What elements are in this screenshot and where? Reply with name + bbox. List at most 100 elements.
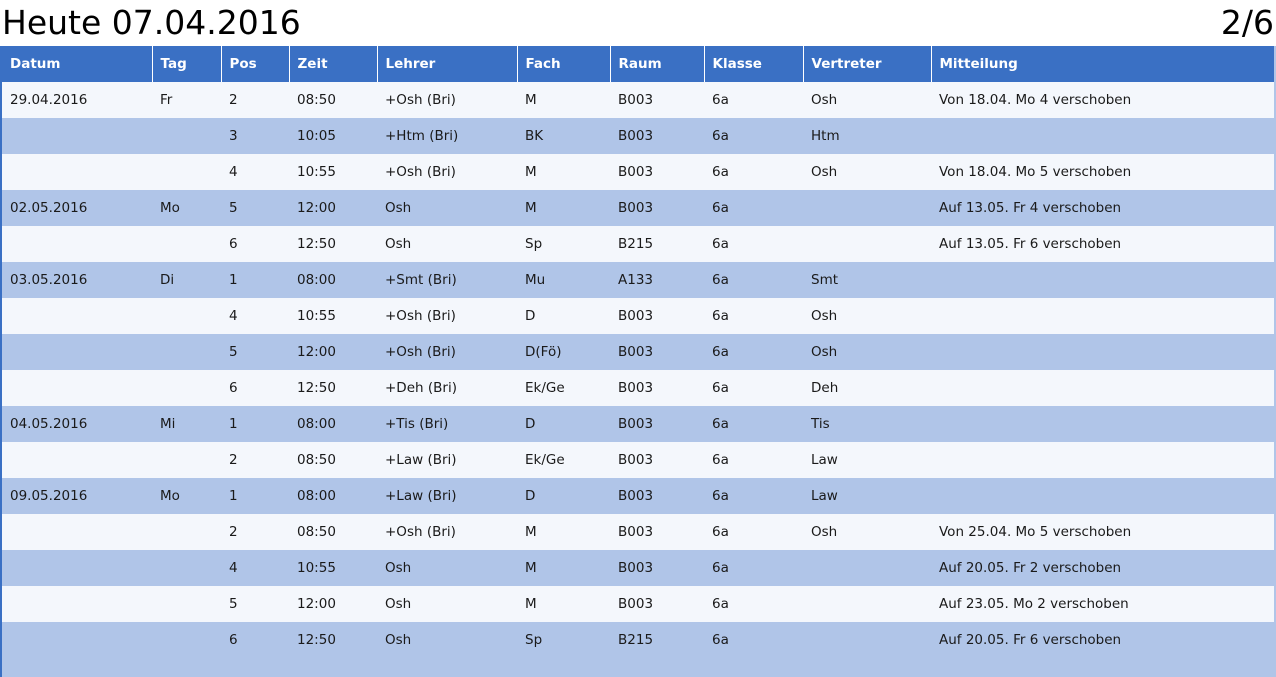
table-row: 2 08:50 +Law (Bri) Ek/Ge B003 6a Law	[2, 442, 1274, 478]
column-header-lehrer: Lehrer	[377, 46, 518, 82]
cell-mitteilung: Auf 23.05. Mo 2 verschoben	[939, 596, 1129, 612]
cell-tag	[152, 622, 221, 658]
cell-mitteilung: Auf 20.05. Fr 6 verschoben	[939, 632, 1122, 648]
cell-tag	[152, 154, 221, 190]
cell-vertreter: Osh	[811, 164, 838, 180]
cell-fach: D	[525, 416, 536, 432]
cell-vertreter: Tis	[811, 416, 830, 432]
cell-raum: B003	[618, 200, 654, 216]
cell-mitteilung	[931, 262, 1274, 298]
cell-datum	[2, 298, 152, 334]
cell-datum	[2, 514, 152, 550]
cell-pos: 6	[229, 632, 238, 648]
cell-klasse: 6a	[712, 272, 729, 288]
cell-pos: 1	[229, 416, 238, 432]
cell-klasse: 6a	[712, 308, 729, 324]
cell-mitteilung: Auf 20.05. Fr 2 verschoben	[939, 560, 1122, 576]
cell-raum: B003	[618, 416, 654, 432]
cell-mitteilung	[931, 406, 1274, 442]
cell-vertreter	[803, 190, 931, 226]
cell-tag: Mi	[160, 416, 176, 432]
substitution-table-container: Datum Tag Pos Zeit Lehrer Fach Raum Klas…	[0, 46, 1276, 677]
cell-zeit: 10:55	[297, 308, 336, 324]
cell-pos: 2	[229, 524, 238, 540]
cell-klasse: 6a	[712, 524, 729, 540]
cell-klasse: 6a	[712, 380, 729, 396]
substitution-table: Datum Tag Pos Zeit Lehrer Fach Raum Klas…	[2, 46, 1274, 658]
cell-vertreter	[803, 226, 931, 262]
cell-klasse: 6a	[712, 128, 729, 144]
cell-tag	[152, 586, 221, 622]
cell-raum: B003	[618, 560, 654, 576]
cell-pos: 6	[229, 380, 238, 396]
cell-fach: M	[525, 164, 537, 180]
table-row: 4 10:55 Osh M B003 6a Auf 20.05. Fr 2 verschob…	[2, 550, 1274, 586]
cell-datum: 09.05.2016	[10, 488, 88, 504]
cell-mitteilung: Von 18.04. Mo 4 verschoben	[939, 92, 1132, 108]
column-header-mitteilung: Mitteilung	[939, 56, 1018, 72]
cell-lehrer: +Tis (Bri)	[385, 416, 449, 432]
cell-vertreter	[803, 622, 931, 658]
table-row: 2 08:50 +Osh (Bri) M B003 6a Osh Von 25.04. Mo …	[2, 514, 1274, 550]
cell-lehrer: +Smt (Bri)	[385, 272, 457, 288]
cell-pos: 4	[229, 308, 238, 324]
column-header-tag: Tag	[152, 46, 222, 82]
cell-datum	[2, 370, 152, 406]
cell-vertreter	[803, 586, 931, 622]
column-header-fach: Fach	[517, 46, 611, 82]
column-header-klasse: Klasse	[704, 46, 804, 82]
cell-zeit: 12:50	[297, 236, 336, 252]
cell-pos: 1	[229, 488, 238, 504]
cell-datum: 03.05.2016	[10, 272, 88, 288]
cell-pos: 5	[229, 200, 238, 216]
cell-vertreter: Osh	[811, 524, 838, 540]
cell-zeit: 08:50	[297, 524, 336, 540]
cell-fach: Ek/Ge	[525, 452, 565, 468]
cell-fach: D(Fö)	[525, 344, 562, 360]
cell-lehrer: +Osh (Bri)	[385, 164, 456, 180]
cell-klasse: 6a	[712, 344, 729, 360]
cell-tag	[152, 370, 221, 406]
cell-pos: 5	[229, 596, 238, 612]
cell-mitteilung	[931, 334, 1274, 370]
cell-lehrer: Osh	[385, 236, 412, 252]
page-indicator: 2/6	[1220, 3, 1274, 42]
cell-fach: M	[525, 560, 537, 576]
cell-raum: B003	[618, 128, 654, 144]
cell-mitteilung	[931, 118, 1274, 154]
cell-pos: 3	[229, 128, 238, 144]
cell-klasse: 6a	[712, 92, 729, 108]
table-row: 09.05.2016 Mo 1 08:00 +Law (Bri) D B003 6a Law	[2, 478, 1274, 514]
cell-datum	[2, 118, 152, 154]
cell-lehrer: +Osh (Bri)	[385, 524, 456, 540]
cell-raum: B003	[618, 308, 654, 324]
cell-vertreter	[803, 550, 931, 586]
cell-raum: A133	[618, 272, 654, 288]
table-row: 03.05.2016 Di 1 08:00 +Smt (Bri) Mu A133 6a Smt	[2, 262, 1274, 298]
cell-mitteilung	[931, 298, 1274, 334]
cell-zeit: 12:00	[297, 344, 336, 360]
cell-vertreter: Deh	[811, 380, 839, 396]
cell-fach: Ek/Ge	[525, 380, 565, 396]
cell-mitteilung	[931, 442, 1274, 478]
cell-pos: 5	[229, 344, 238, 360]
cell-tag	[152, 550, 221, 586]
cell-fach: M	[525, 92, 537, 108]
cell-raum: B003	[618, 452, 654, 468]
cell-datum	[2, 154, 152, 190]
cell-tag	[152, 118, 221, 154]
cell-tag: Di	[160, 272, 175, 288]
cell-vertreter: Osh	[811, 92, 838, 108]
table-row: 5 12:00 Osh M B003 6a Auf 23.05. Mo 2 verschob…	[2, 586, 1274, 622]
cell-zeit: 12:50	[297, 632, 336, 648]
cell-raum: B003	[618, 524, 654, 540]
table-body: 29.04.2016 Fr 2 08:50 +Osh (Bri) M B003 6a Osh Vo…	[2, 82, 1274, 658]
cell-tag	[152, 442, 221, 478]
cell-raum: B215	[618, 236, 654, 252]
cell-zeit: 10:05	[297, 128, 336, 144]
cell-vertreter: Law	[811, 452, 838, 468]
cell-datum: 29.04.2016	[10, 92, 88, 108]
cell-fach: D	[525, 308, 536, 324]
cell-vertreter: Osh	[811, 344, 838, 360]
cell-tag	[152, 514, 221, 550]
